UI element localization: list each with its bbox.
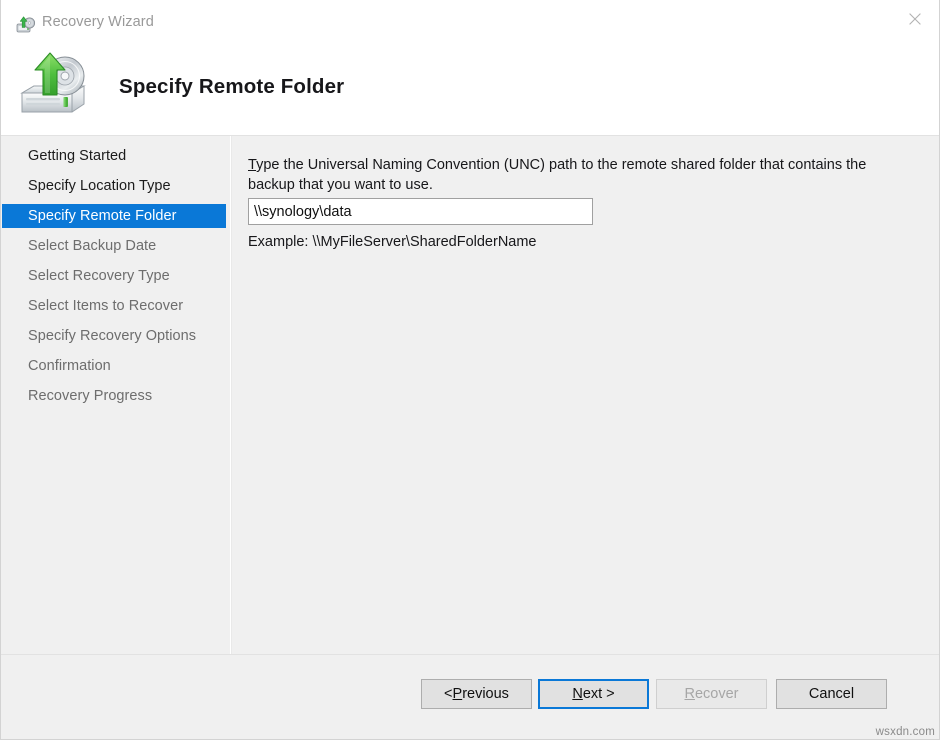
sidebar-item-label: Specify Remote Folder (28, 208, 177, 224)
instruction-accelerator: T (248, 157, 257, 173)
backup-drive-restore-icon (18, 50, 92, 124)
title-bar: Recovery Wizard (1, 1, 939, 45)
sidebar-item-recovery-progress[interactable]: Recovery Progress (2, 384, 226, 408)
next-button-label: ext > (582, 686, 615, 702)
sidebar-item-select-backup-date[interactable]: Select Backup Date (2, 234, 226, 258)
next-button[interactable]: Next > (538, 679, 649, 709)
sidebar-item-label: Getting Started (28, 148, 127, 164)
sidebar-item-select-items-to-recover[interactable]: Select Items to Recover (2, 294, 226, 318)
wizard-footer: < Previous Next > Recover Cancel (1, 655, 939, 739)
sidebar-item-label: Select Backup Date (28, 238, 157, 254)
sidebar-item-specify-recovery-options[interactable]: Specify Recovery Options (2, 324, 226, 348)
recovery-wizard-window: Recovery Wizard Specify Remote Folder Ge… (0, 0, 940, 740)
sidebar-item-specify-remote-folder[interactable]: Specify Remote Folder (2, 204, 226, 228)
instruction-body: ype the Universal Naming Convention (UNC… (248, 157, 867, 193)
sidebar-item-select-recovery-type[interactable]: Select Recovery Type (2, 264, 226, 288)
instruction-text: Type the Universal Naming Convention (UN… (248, 155, 904, 195)
example-path-label: Example: \\MyFileServer\SharedFolderName (248, 234, 537, 250)
wizard-header: Specify Remote Folder (1, 45, 939, 135)
close-button[interactable] (892, 2, 938, 36)
cancel-button[interactable]: Cancel (776, 679, 887, 709)
previous-button-label: revious (462, 686, 509, 702)
previous-button[interactable]: < Previous (421, 679, 532, 709)
sidebar-item-label: Confirmation (28, 358, 111, 374)
recovery-wizard-icon (16, 15, 36, 35)
recover-button: Recover (656, 679, 767, 709)
previous-button-accelerator: P (452, 686, 463, 702)
next-button-accelerator: N (572, 686, 583, 702)
watermark: wsxdn.com (875, 726, 935, 738)
sidebar-item-confirmation[interactable]: Confirmation (2, 354, 226, 378)
wizard-body: Getting Started Specify Location Type Sp… (1, 136, 939, 739)
page-title: Specify Remote Folder (119, 75, 345, 98)
cancel-button-label: Cancel (808, 686, 855, 702)
window-title: Recovery Wizard (42, 14, 154, 30)
wizard-steps-sidebar: Getting Started Specify Location Type Sp… (1, 136, 229, 739)
sidebar-item-label: Select Recovery Type (28, 268, 170, 284)
close-icon (909, 13, 921, 25)
sidebar-item-label: Recovery Progress (28, 388, 153, 404)
sidebar-item-label: Specify Recovery Options (28, 328, 197, 344)
recover-button-accelerator: R (684, 686, 695, 702)
wizard-content-panel: Type the Universal Naming Convention (UN… (232, 136, 939, 739)
sidebar-item-label: Select Items to Recover (28, 298, 184, 314)
unc-path-input[interactable] (248, 198, 593, 225)
sidebar-item-getting-started[interactable]: Getting Started (2, 144, 226, 168)
previous-button-prefix: < (444, 686, 453, 702)
sidebar-item-label: Specify Location Type (28, 178, 171, 194)
recover-button-label: ecover (694, 686, 739, 702)
sidebar-item-specify-location-type[interactable]: Specify Location Type (2, 174, 226, 198)
